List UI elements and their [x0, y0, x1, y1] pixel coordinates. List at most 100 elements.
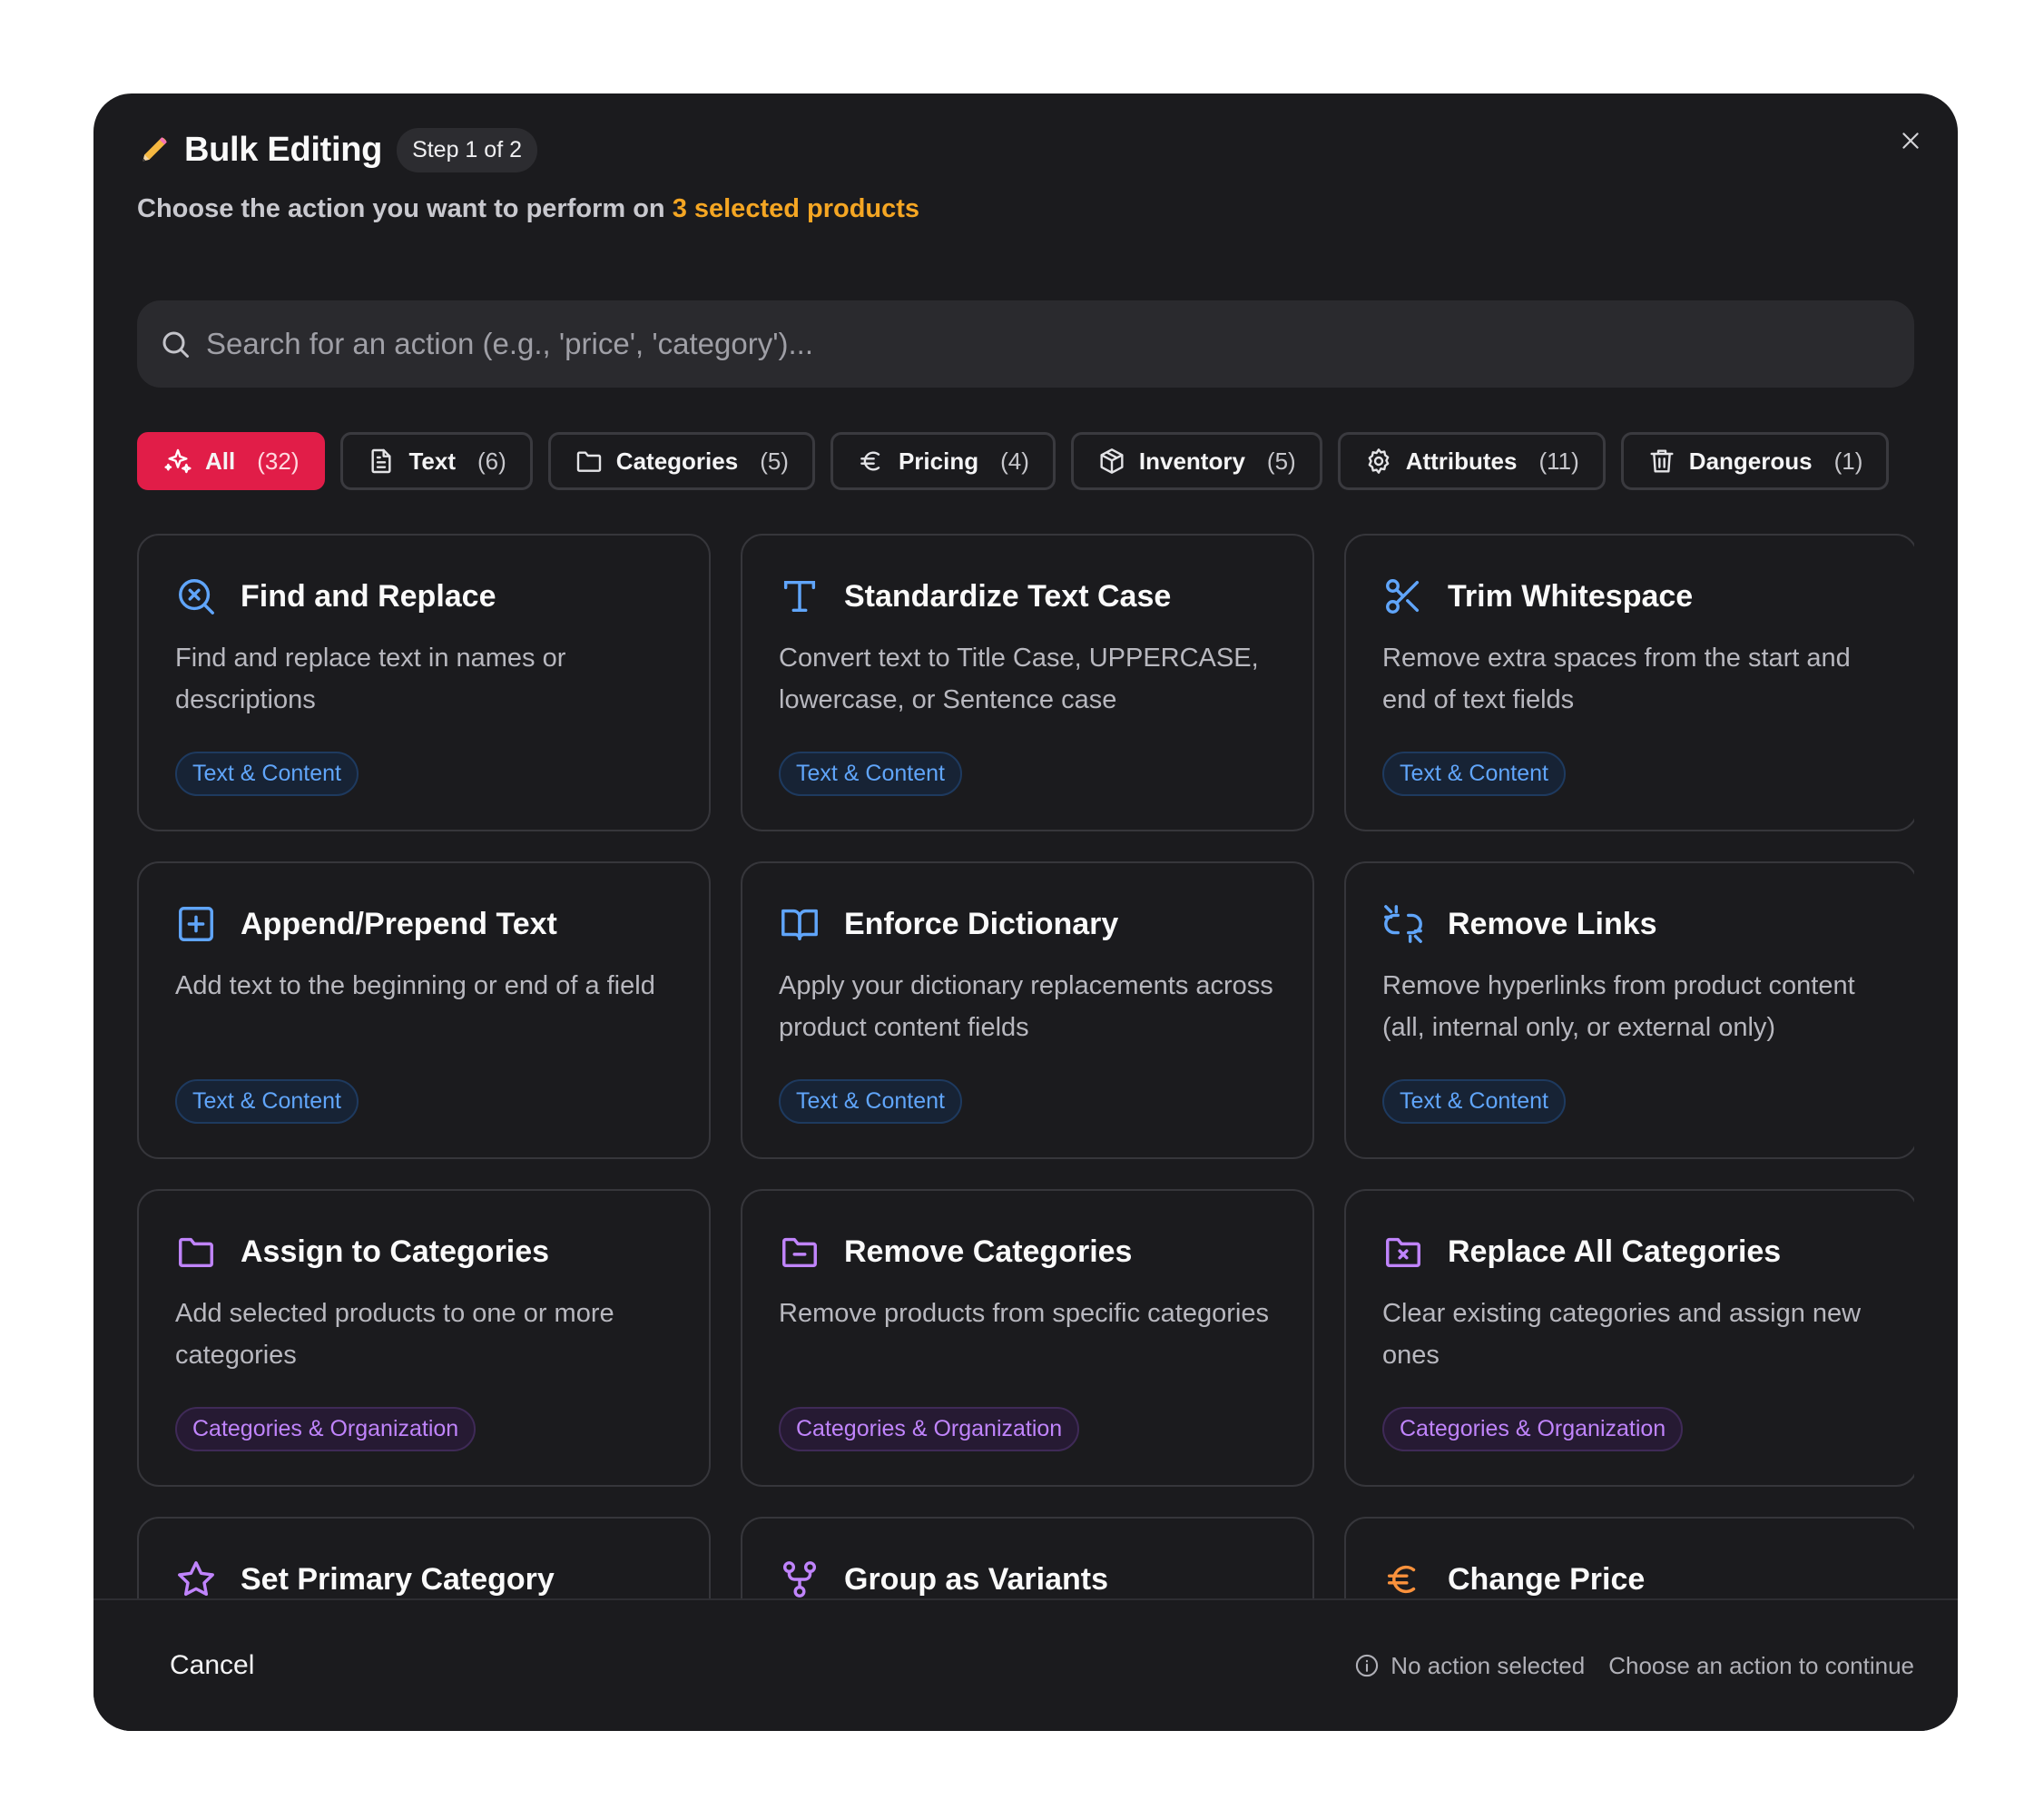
- action-description: Remove extra spaces from the start and e…: [1382, 644, 1851, 714]
- dialog-header: Bulk Editing Step 1 of 2 Choose the acti…: [137, 124, 1914, 224]
- euro-icon: [1387, 1565, 1416, 1594]
- filter-chip-inventory[interactable]: Inventory (5): [1070, 432, 1322, 490]
- action-card-remove-links[interactable]: Remove Links Remove hyperlinks from prod…: [1344, 861, 1914, 1159]
- filter-chip-categories[interactable]: Categories (5): [547, 432, 815, 490]
- gear-icon: [1368, 448, 1390, 474]
- folder-icon: [179, 1237, 213, 1268]
- action-card-find-and-replace[interactable]: Find and Replace Find and replace text i…: [137, 534, 711, 831]
- dialog-footer: Cancel No action selected Choose an acti…: [93, 1598, 1958, 1731]
- action-title: Enforce Dictionary: [844, 906, 1119, 941]
- action-tag: Text & Content: [779, 1079, 962, 1124]
- action-search: [137, 300, 1914, 388]
- box-icon: [1100, 448, 1124, 474]
- action-tag: Text & Content: [175, 752, 359, 796]
- info-icon: [1356, 1654, 1379, 1677]
- action-description: Remove products from specific categories: [779, 1299, 1269, 1328]
- filter-chip-pricing[interactable]: Pricing (4): [830, 432, 1056, 490]
- bulk-editing-dialog: Bulk Editing Step 1 of 2 Choose the acti…: [93, 93, 1958, 1731]
- euro-icon: [860, 451, 880, 471]
- action-tag: Text & Content: [175, 1079, 359, 1124]
- type-icon: [783, 580, 816, 613]
- category-filters: All (32) Text (6) Categories (5) Pricing…: [137, 432, 1904, 490]
- action-description: Convert text to Title Case, UPPERCASE, l…: [779, 644, 1259, 714]
- filter-label: Dangerous: [1688, 447, 1813, 475]
- action-card-remove-categories[interactable]: Remove Categories Remove products from s…: [741, 1189, 1314, 1487]
- action-title: Standardize Text Case: [844, 578, 1172, 614]
- subtitle-text: Choose the action you want to perform on: [137, 194, 673, 223]
- action-title: Replace All Categories: [1448, 1234, 1782, 1269]
- pencil-icon: [142, 137, 167, 162]
- step-badge: Step 1 of 2: [397, 127, 537, 172]
- filter-label: Categories: [615, 447, 739, 475]
- action-card-standardize-text-case[interactable]: Standardize Text Case Convert text to Ti…: [741, 534, 1314, 831]
- search-x-icon: [179, 579, 214, 615]
- action-description: Find and replace text in names or descri…: [175, 644, 566, 714]
- sparkles-icon: [164, 448, 192, 474]
- document-icon: [371, 448, 392, 474]
- action-card-set-primary-category[interactable]: Set Primary Category: [137, 1517, 711, 1598]
- action-tag: Text & Content: [1382, 1079, 1566, 1124]
- filter-count: (5): [760, 447, 789, 475]
- filter-chip-attributes[interactable]: Attributes (11): [1337, 432, 1606, 490]
- action-tag: Categories & Organization: [175, 1407, 477, 1451]
- action-title: Assign to Categories: [241, 1234, 550, 1269]
- filter-count: (5): [1266, 447, 1296, 475]
- action-card-trim-whitespace[interactable]: Trim Whitespace Remove extra spaces from…: [1344, 534, 1914, 831]
- cancel-button[interactable]: Cancel: [137, 1637, 287, 1694]
- action-description: Add selected products to one or more cat…: [175, 1299, 614, 1370]
- search-input[interactable]: [206, 327, 1892, 361]
- action-tag: Text & Content: [779, 752, 962, 796]
- action-title: Remove Links: [1448, 906, 1657, 941]
- action-card-assign-to-categories[interactable]: Assign to Categories Add selected produc…: [137, 1189, 711, 1487]
- star-icon: [178, 1561, 214, 1597]
- action-title: Find and Replace: [241, 578, 496, 614]
- action-title: Group as Variants: [844, 1561, 1108, 1597]
- filter-count: (32): [257, 447, 300, 475]
- filter-label: Text: [408, 447, 457, 475]
- plus-square-icon: [179, 907, 213, 941]
- filter-count: (4): [1000, 447, 1029, 475]
- action-card-change-price[interactable]: Change Price: [1344, 1517, 1914, 1598]
- filter-count: (6): [477, 447, 506, 475]
- action-description: Add text to the beginning or end of a fi…: [175, 971, 655, 1000]
- book-icon: [781, 909, 818, 941]
- folder-icon: [576, 451, 601, 472]
- action-tag: Categories & Organization: [1382, 1407, 1684, 1451]
- actions-list[interactable]: Find and Replace Find and replace text i…: [137, 534, 1914, 1598]
- unlink-icon: [1384, 905, 1422, 943]
- filter-count: (1): [1833, 447, 1863, 475]
- filter-label: Inventory: [1138, 447, 1245, 475]
- filter-chip-all[interactable]: All (32): [137, 432, 326, 490]
- dialog-title: Bulk Editing: [184, 130, 383, 169]
- folder-minus-icon: [782, 1237, 817, 1268]
- dialog-subtitle: Choose the action you want to perform on…: [137, 194, 1914, 224]
- filter-chip-text[interactable]: Text (6): [340, 432, 533, 490]
- trash-icon: [1650, 449, 1674, 473]
- action-card-replace-all-categories[interactable]: Replace All Categories Clear existing ca…: [1344, 1189, 1914, 1487]
- action-title: Change Price: [1448, 1561, 1646, 1597]
- filter-count: (11): [1538, 447, 1579, 475]
- hint-text: Choose an action to continue: [1608, 1651, 1914, 1679]
- action-description: Remove hyperlinks from product content (…: [1382, 971, 1855, 1042]
- action-card-group-as-variants[interactable]: Group as Variants: [741, 1517, 1314, 1598]
- filter-label: Attributes: [1405, 447, 1518, 475]
- filter-chip-dangerous[interactable]: Dangerous (1): [1620, 432, 1890, 490]
- filter-label: All: [205, 447, 236, 475]
- action-title: Trim Whitespace: [1448, 578, 1694, 614]
- action-title: Set Primary Category: [241, 1561, 555, 1597]
- action-tag: Categories & Organization: [779, 1407, 1080, 1451]
- filter-label: Pricing: [898, 447, 979, 475]
- action-card-append-prepend-text[interactable]: Append/Prepend Text Add text to the begi…: [137, 861, 711, 1159]
- footer-status: No action selected Choose an action to c…: [1354, 1652, 1914, 1680]
- action-description: Apply your dictionary replacements acros…: [779, 971, 1273, 1042]
- search-icon: [162, 331, 189, 358]
- status-text: No action selected: [1391, 1651, 1586, 1679]
- selected-products-count: 3 selected products: [672, 194, 920, 223]
- action-card-enforce-dictionary[interactable]: Enforce Dictionary Apply your dictionary…: [741, 861, 1314, 1159]
- git-fork-icon: [782, 1561, 817, 1598]
- action-tag: Text & Content: [1382, 752, 1566, 796]
- action-title: Append/Prepend Text: [241, 906, 557, 941]
- scissors-icon: [1386, 579, 1420, 614]
- action-description: Clear existing categories and assign new…: [1382, 1299, 1862, 1370]
- action-title: Remove Categories: [844, 1234, 1133, 1269]
